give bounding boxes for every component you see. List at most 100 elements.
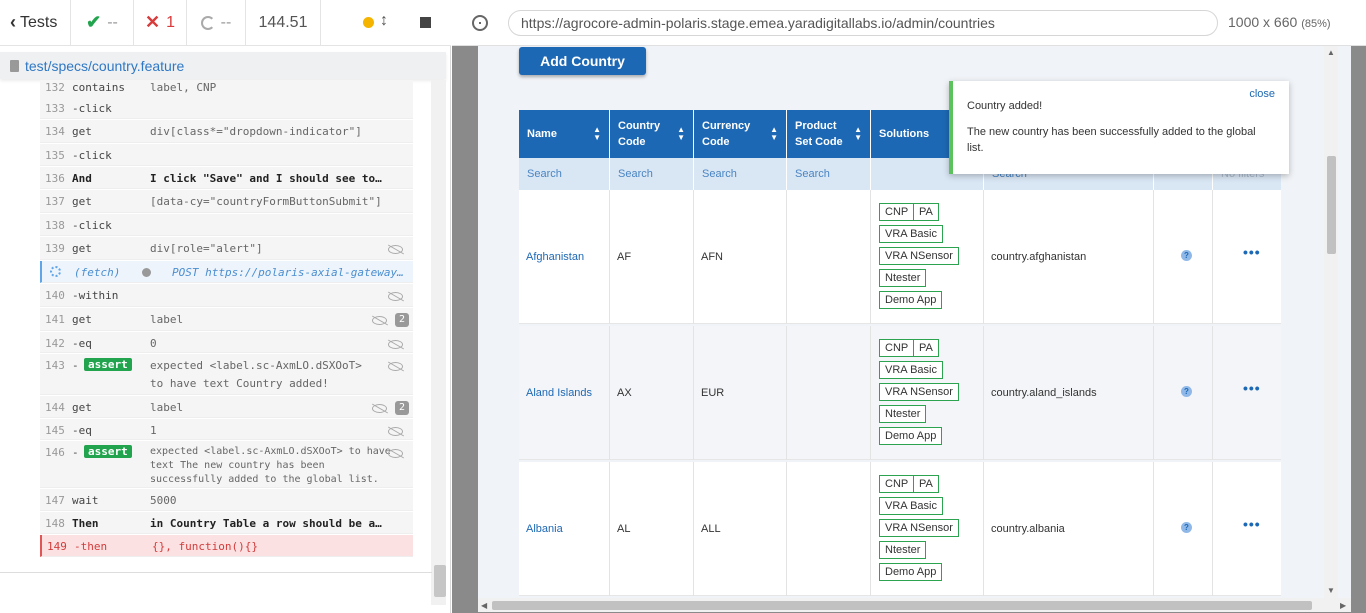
command-row[interactable]: 149 -then {}, function(){} (40, 535, 413, 557)
cell-name[interactable]: Albania (519, 462, 610, 596)
more-actions-icon[interactable]: ••• (1243, 244, 1261, 260)
hidden-eye-icon (372, 404, 387, 413)
command-name: -click (72, 149, 112, 162)
hidden-eye-icon (388, 362, 403, 371)
assert-badge: assert (84, 445, 132, 458)
command-name: -within (72, 289, 119, 302)
command-name: Then (72, 517, 99, 530)
cell-name[interactable]: Aland Islands (519, 326, 610, 460)
app-horizontal-scrollbar[interactable]: ◀ ▶ (478, 598, 1351, 612)
command-message: label, CNP (150, 81, 217, 94)
solution-tag: Ntester (879, 405, 927, 423)
table-row[interactable]: Aland Islands AX EUR country.aland_islands C… (519, 326, 1281, 460)
command-row[interactable]: 147 wait 5000 (40, 489, 413, 511)
sort-icon[interactable]: ▲ ▼ (593, 126, 601, 142)
spec-file-link[interactable]: test/specs/country.feature (25, 58, 184, 74)
command-row[interactable]: 133 -click (40, 97, 413, 119)
app-horizontal-scrollbar-thumb[interactable] (492, 601, 1312, 610)
command-row[interactable]: 145 -eq 1 (40, 419, 413, 440)
more-actions-icon[interactable]: ••• (1243, 516, 1261, 532)
command-row[interactable]: 142 -eq 0 (40, 332, 413, 353)
more-actions-icon[interactable]: ••• (1243, 380, 1261, 396)
tests-button[interactable]: ‹ Tests (0, 0, 71, 46)
help-icon[interactable]: ? (1181, 522, 1192, 533)
search-currency-code[interactable]: Search (694, 158, 787, 190)
sort-icon[interactable]: ▲ ▼ (854, 126, 862, 142)
command-name: - (72, 359, 79, 372)
cell-translation-key: country.albania (984, 462, 1154, 596)
scroll-up-icon[interactable]: ▲ (1327, 48, 1335, 57)
command-row[interactable]: 136 And I click "Save" and I should see to… (40, 167, 413, 189)
table-row[interactable]: Afghanistan AF AFN country.afghanistan CNP PA… (519, 190, 1281, 324)
header-country-code[interactable]: Country Code ▲ ▼ (610, 110, 694, 158)
command-message: in Country Table a row should be adde... (150, 517, 385, 530)
selector-playground-icon[interactable] (472, 15, 488, 31)
solution-tag: CNP (879, 339, 915, 357)
command-row[interactable]: 141 get label 2 (40, 308, 413, 331)
command-number: 149 (47, 540, 67, 553)
hidden-eye-icon (388, 292, 403, 301)
autoscroll-icon[interactable]: ↕ (380, 12, 388, 30)
check-icon: ✔ (86, 12, 102, 32)
command-row[interactable]: 132 contains label, CNP (40, 80, 413, 98)
solution-tag: VRA Basic (879, 497, 943, 515)
command-row[interactable]: 135 -click (40, 144, 413, 166)
search-country-code[interactable]: Search (610, 158, 694, 190)
table-row[interactable]: Albania AL ALL country.albania CNP PA VRA Basi… (519, 462, 1281, 596)
help-icon[interactable]: ? (1181, 386, 1192, 397)
command-row[interactable]: 140 -within (40, 284, 413, 307)
tests-label: Tests (20, 13, 58, 31)
command-message: 0 (150, 337, 157, 350)
cell-product-set (787, 462, 871, 596)
command-name: get (72, 195, 92, 208)
command-row[interactable]: 137 get [data-cy="countryFormButtonSubmit"… (40, 190, 413, 213)
command-row[interactable]: 138 -click (40, 214, 413, 236)
cell-product-set (787, 190, 871, 324)
scroll-down-icon[interactable]: ▼ (1327, 586, 1335, 595)
solution-tag: Demo App (879, 427, 943, 445)
spec-file-bar[interactable]: test/specs/country.feature (0, 52, 446, 79)
command-number: 132 (45, 81, 65, 94)
command-row[interactable]: (fetch) POST https://polaris-axial-gatewa… (40, 261, 413, 283)
hidden-eye-icon (388, 245, 403, 254)
app-vertical-scrollbar-thumb[interactable] (1327, 156, 1336, 254)
app-vertical-scrollbar[interactable]: ▲ ▼ (1324, 46, 1338, 598)
solution-tag: VRA NSensor (879, 519, 959, 537)
command-number: 142 (45, 337, 65, 350)
cell-translation-key: country.aland_islands (984, 326, 1154, 460)
cell-translation-key: country.afghanistan (984, 190, 1154, 324)
solution-tag: Ntester (879, 269, 927, 287)
sort-icon[interactable]: ▲ ▼ (677, 126, 685, 142)
header-product-set-label: Product Set Code (795, 120, 843, 148)
stop-icon[interactable] (420, 17, 431, 28)
runner-scrollbar-track[interactable] (431, 80, 446, 605)
help-icon[interactable]: ? (1181, 250, 1192, 261)
cell-name[interactable]: Afghanistan (519, 190, 610, 324)
command-row[interactable]: 139 get div[role="alert"] (40, 237, 413, 260)
runner-scrollbar-thumb[interactable] (434, 565, 446, 597)
header-name[interactable]: Name ▲ ▼ (519, 110, 610, 158)
passed-count: ✔ -- (71, 0, 134, 46)
header-product-set-code[interactable]: Product Set Code ▲ ▼ (787, 110, 871, 158)
sort-icon[interactable]: ▲ ▼ (770, 126, 778, 142)
command-row[interactable]: 143- assert expected <label.sc-AxmLO.dSXOo… (40, 354, 413, 395)
zoom-value: (85%) (1301, 18, 1331, 30)
command-log: 132 contains label, CNP 133 -click 134 get div[… (40, 80, 413, 558)
solution-tag: PA (913, 475, 939, 493)
command-row[interactable]: 146- assert expected <label.sc-AxmLO.dSXOo… (40, 441, 413, 488)
command-number: 144 (45, 401, 65, 414)
add-country-button[interactable]: Add Country (519, 47, 646, 75)
header-currency-code[interactable]: Currency Code ▲ ▼ (694, 110, 787, 158)
failed-count: ✕ 1 (134, 0, 187, 46)
scroll-left-icon[interactable]: ◀ (481, 601, 487, 610)
cell-country-code: AX (610, 326, 694, 460)
toast-close-link[interactable]: close (1249, 88, 1275, 100)
search-product-set[interactable]: Search (787, 158, 871, 190)
url-field[interactable]: https://agrocore-admin-polaris.stage.eme… (508, 10, 1218, 36)
command-row[interactable]: 144 get label 2 (40, 396, 413, 418)
search-name[interactable]: Search (519, 158, 610, 190)
command-row[interactable]: 148 Then in Country Table a row should be … (40, 512, 413, 534)
scroll-right-icon[interactable]: ▶ (1340, 601, 1346, 610)
command-row[interactable]: 134 get div[class*="dropdown-indicator"] (40, 120, 413, 143)
chevron-left-icon: ‹ (10, 12, 16, 32)
